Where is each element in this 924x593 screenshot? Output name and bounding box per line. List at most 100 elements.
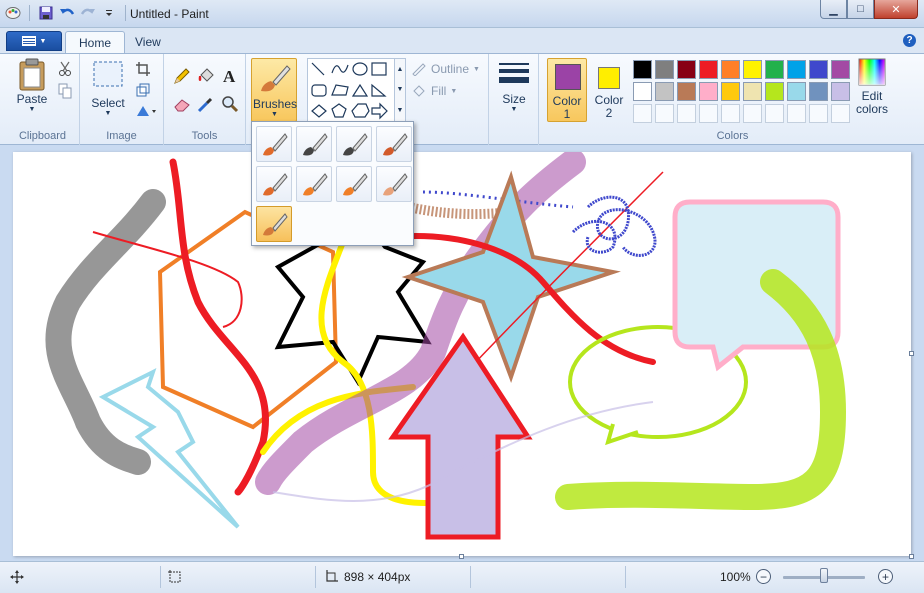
palette-swatch[interactable] [743, 82, 762, 101]
select-button[interactable]: Select ▼ [88, 60, 128, 117]
paint-app-icon[interactable] [4, 4, 22, 22]
shapes-gallery-scroll[interactable]: ▲ ▼ ▼ [395, 58, 406, 122]
fill-button[interactable]: Fill ▼ [411, 84, 457, 98]
palette-swatch[interactable] [677, 60, 696, 79]
pencil-icon[interactable] [172, 66, 192, 86]
rotate-icon[interactable] [134, 102, 158, 120]
palette-custom-slot[interactable] [743, 104, 762, 123]
oil-brush-icon[interactable] [256, 166, 292, 202]
crayon-icon[interactable] [296, 166, 332, 202]
outline-label: Outline [431, 62, 470, 76]
qat-separator [29, 5, 30, 21]
size-button[interactable]: Size ▼ [495, 60, 533, 113]
redo-icon[interactable] [79, 4, 97, 22]
palette-swatch[interactable] [765, 60, 784, 79]
status-separator [160, 566, 161, 588]
copy-icon[interactable] [56, 82, 74, 100]
palette-swatch[interactable] [721, 60, 740, 79]
expand-gallery-icon[interactable]: ▼ [397, 107, 404, 114]
calligraphy-brush-1-icon[interactable] [296, 126, 332, 162]
palette-custom-slot[interactable] [831, 104, 850, 123]
palette-swatch[interactable] [831, 82, 850, 101]
color1-swatch [555, 64, 581, 90]
paste-button[interactable]: Paste ▼ [12, 58, 52, 113]
palette-swatch[interactable] [787, 82, 806, 101]
close-button[interactable]: ✕ [874, 0, 918, 19]
palette-swatch[interactable] [809, 60, 828, 79]
palette-swatch[interactable] [809, 82, 828, 101]
save-icon[interactable] [37, 4, 55, 22]
color2-number: 2 [605, 106, 613, 120]
palette-custom-slot[interactable] [809, 104, 828, 123]
quick-access-toolbar [4, 4, 130, 22]
palette-swatch[interactable] [655, 82, 674, 101]
tab-home[interactable]: Home [65, 31, 126, 54]
cursor-position [10, 570, 24, 584]
palette-swatch[interactable] [633, 82, 652, 101]
palette-custom-slot[interactable] [787, 104, 806, 123]
color2-button[interactable]: Color 2 [591, 58, 631, 122]
palette-swatch[interactable] [721, 82, 740, 101]
maximize-button[interactable]: □ [847, 0, 874, 19]
palette-swatch[interactable] [633, 60, 652, 79]
calligraphy-brush-2-icon[interactable] [336, 126, 372, 162]
customize-qat-icon[interactable] [100, 4, 118, 22]
chevron-down-icon: ▼ [39, 37, 47, 45]
text-tool-icon[interactable]: A [220, 66, 240, 86]
edit-colors-button[interactable]: Edit colors [853, 58, 891, 116]
chevron-down-icon: ▼ [450, 87, 458, 95]
resize-handle-bottom[interactable] [459, 554, 464, 559]
resize-icon[interactable] [134, 81, 152, 99]
crop-icon[interactable] [134, 60, 152, 78]
color1-button[interactable]: Color 1 [547, 58, 587, 122]
palette-custom-slot[interactable] [765, 104, 784, 123]
palette-custom-slot[interactable] [633, 104, 652, 123]
scroll-up-icon[interactable]: ▲ [397, 66, 404, 73]
palette-swatch[interactable] [699, 60, 718, 79]
watercolor-brush-icon[interactable] [256, 206, 292, 242]
zoom-in-button[interactable]: + [878, 569, 893, 584]
window-title: Untitled - Paint [130, 7, 209, 21]
marker-icon[interactable] [336, 166, 372, 202]
palette-custom-slot[interactable] [699, 104, 718, 123]
fill-bucket-icon[interactable] [196, 66, 216, 86]
brush-icon[interactable] [256, 126, 292, 162]
palette-custom-slot[interactable] [677, 104, 696, 123]
zoom-level: 100% [720, 570, 751, 584]
minimize-button[interactable]: ▁ [820, 0, 847, 19]
brushes-button[interactable]: Brushes ▼ [251, 58, 297, 122]
status-separator [315, 566, 316, 588]
eraser-icon[interactable] [172, 94, 192, 114]
paint-menu-button[interactable]: ▼ [6, 31, 62, 51]
airbrush-icon[interactable] [376, 126, 412, 162]
drawing-canvas[interactable] [13, 149, 914, 559]
help-icon[interactable]: ? [903, 34, 916, 47]
palette-swatch[interactable] [831, 60, 850, 79]
undo-icon[interactable] [58, 4, 76, 22]
zoom-slider-thumb[interactable] [820, 568, 828, 583]
zoom-out-button[interactable]: − [756, 569, 771, 584]
shapes-gallery-icons[interactable] [308, 59, 396, 123]
palette-custom-slot[interactable] [721, 104, 740, 123]
natural-pencil-icon[interactable] [376, 166, 412, 202]
brushes-label: Brushes [253, 97, 298, 111]
palette-swatch[interactable] [699, 82, 718, 101]
color-picker-icon[interactable] [196, 94, 216, 114]
palette-swatch[interactable] [655, 60, 674, 79]
palette-swatch[interactable] [765, 82, 784, 101]
palette-swatch[interactable] [677, 82, 696, 101]
tools-group: A Tools [164, 54, 246, 145]
palette-swatch[interactable] [787, 60, 806, 79]
palette-custom-slot[interactable] [655, 104, 674, 123]
resize-handle-corner[interactable] [909, 554, 914, 559]
outline-button[interactable]: Outline ▼ [411, 62, 480, 76]
scroll-down-icon[interactable]: ▼ [397, 86, 404, 93]
magnifier-icon[interactable] [220, 94, 240, 114]
tab-view[interactable]: View [122, 31, 174, 54]
svg-text:A: A [223, 67, 236, 85]
palette-swatch[interactable] [743, 60, 762, 79]
selection-icon [168, 570, 181, 583]
resize-handle-right[interactable] [909, 351, 914, 356]
status-separator [470, 566, 471, 588]
cut-icon[interactable] [56, 60, 74, 78]
